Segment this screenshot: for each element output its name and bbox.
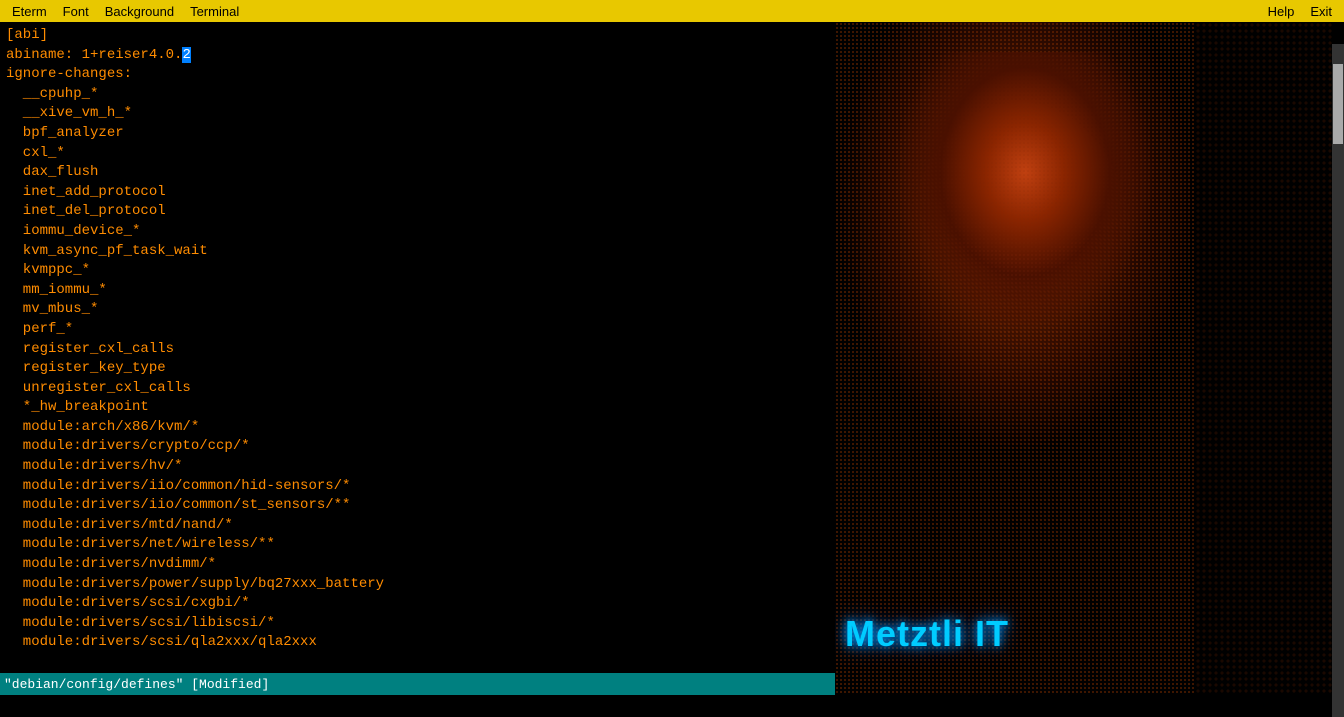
menu-exit[interactable]: Exit [1302,2,1340,21]
terminal-line: module:drivers/crypto/ccp/* [6,437,829,457]
terminal-line: module:drivers/iio/common/st_sensors/** [6,496,829,516]
terminal-line: register_key_type [6,359,829,379]
terminal-line: module:drivers/scsi/libiscsi/* [6,614,829,634]
terminal-line: __xive_vm_h_* [6,104,829,124]
terminal-line: module:drivers/mtd/nand/* [6,516,829,536]
terminal-line: module:drivers/scsi/cxgbi/* [6,594,829,614]
menu-background[interactable]: Background [97,2,182,21]
terminal-line: register_cxl_calls [6,340,829,360]
terminal-line: *_hw_breakpoint [6,398,829,418]
statusbar: "debian/config/defines" [Modified] [0,673,835,695]
menu-terminal[interactable]: Terminal [182,2,247,21]
terminal-line: module:drivers/iio/common/hid-sensors/* [6,477,829,497]
terminal-line: mm_iommu_* [6,281,829,301]
terminal-line: ignore-changes: [6,65,829,85]
brand-text: Metztli IT [845,613,1009,655]
statusbar-text: "debian/config/defines" [Modified] [4,677,269,692]
terminal-line: module:arch/x86/kvm/* [6,418,829,438]
terminal-line: inet_add_protocol [6,183,829,203]
dither-svg [835,22,1195,695]
menu-eterm[interactable]: Eterm [4,2,55,21]
menu-help[interactable]: Help [1260,2,1303,21]
terminal-output[interactable]: [abi]abiname: 1+reiser4.0.2ignore-change… [0,22,835,673]
grid-dots-right [1195,22,1332,695]
terminal-line: unregister_cxl_calls [6,379,829,399]
terminal-line: kvmppc_* [6,261,829,281]
terminal-line: dax_flush [6,163,829,183]
main-area: [abi]abiname: 1+reiser4.0.2ignore-change… [0,22,1344,695]
terminal-line: module:drivers/hv/* [6,457,829,477]
terminal-line: module:drivers/scsi/qla2xxx/qla2xxx [6,633,829,653]
terminal-line: kvm_async_pf_task_wait [6,242,829,262]
scrollbar-thumb[interactable] [1333,64,1343,144]
terminal-line: mv_mbus_* [6,300,829,320]
terminal-line: bpf_analyzer [6,124,829,144]
highlighted-char: 2 [182,47,190,63]
terminal-line: [abi] [6,26,829,46]
image-area: Metztli IT [835,22,1332,695]
right-panel: Metztli IT [835,22,1332,695]
terminal-line: module:drivers/power/supply/bq27xxx_batt… [6,575,829,595]
terminal-line: iommu_device_* [6,222,829,242]
terminal-line: abiname: 1+reiser4.0.2 [6,46,829,66]
terminal-line: perf_* [6,320,829,340]
terminal-line: module:drivers/nvdimm/* [6,555,829,575]
menu-font[interactable]: Font [55,2,97,21]
terminal-line: inet_del_protocol [6,202,829,222]
menubar: Eterm Font Background Terminal Help Exit [0,0,1344,22]
terminal-line: cxl_* [6,144,829,164]
terminal-line: __cpuhp_* [6,85,829,105]
terminal-line: module:drivers/net/wireless/** [6,535,829,555]
scrollbar[interactable] [1332,44,1344,717]
